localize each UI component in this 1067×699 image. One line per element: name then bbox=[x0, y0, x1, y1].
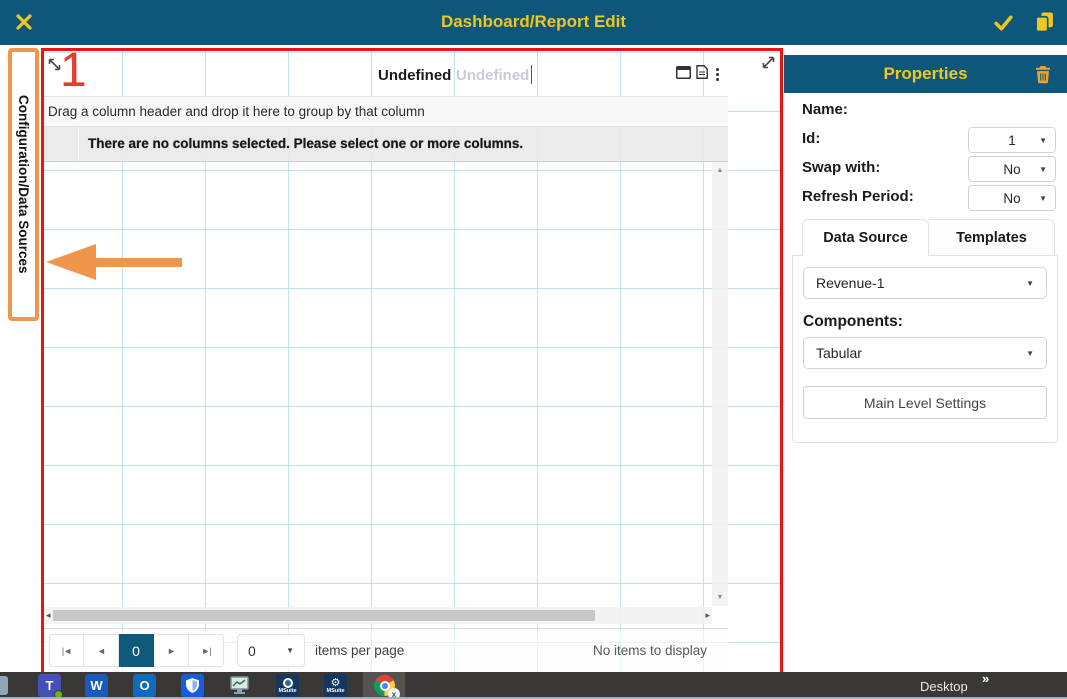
properties-panel: Properties Name: Id: 1 ▼ Swap with: No ▼… bbox=[784, 48, 1067, 672]
teams-icon[interactable]: T bbox=[38, 674, 61, 697]
refresh-period-select[interactable]: No ▼ bbox=[968, 185, 1056, 211]
items-per-page-label: items per page bbox=[315, 643, 404, 658]
top-bar: Dashboard/Report Edit bbox=[0, 0, 1067, 45]
msuite-settings-icon[interactable]: ⚙ MSuite bbox=[324, 674, 347, 697]
components-label: Components: bbox=[803, 313, 1047, 331]
tab-data-source[interactable]: Data Source bbox=[802, 219, 929, 256]
pager-current-page[interactable]: 0 bbox=[119, 634, 154, 667]
no-columns-message: There are no columns selected. Please se… bbox=[88, 136, 523, 151]
chevron-down-icon: ▼ bbox=[1039, 194, 1047, 203]
widget-number-annotation: 1 bbox=[60, 43, 87, 98]
scrollbar-thumb[interactable] bbox=[53, 610, 595, 621]
pager-prev-button[interactable]: ◄ bbox=[84, 634, 119, 667]
widget-title-input[interactable]: Undefined bbox=[456, 67, 529, 84]
component-select[interactable]: Tabular ▼ bbox=[803, 337, 1047, 369]
export-document-icon[interactable] bbox=[696, 65, 708, 84]
swap-with-value: No bbox=[1003, 162, 1020, 177]
window-icon[interactable] bbox=[676, 66, 691, 84]
desktop-label[interactable]: Desktop bbox=[920, 679, 968, 694]
page-size-select[interactable]: 0 ▼ bbox=[237, 634, 305, 667]
system-monitor-icon[interactable] bbox=[228, 674, 251, 697]
name-label: Name: bbox=[802, 101, 848, 118]
id-value: 1 bbox=[1008, 133, 1016, 148]
page-title: Dashboard/Report Edit bbox=[0, 12, 1067, 32]
chevron-down-icon: ▼ bbox=[1039, 136, 1047, 145]
confirm-check-icon[interactable] bbox=[992, 11, 1015, 39]
annotation-arrow bbox=[90, 258, 182, 267]
word-icon[interactable]: W bbox=[85, 674, 108, 697]
table-pager: |◄ ◄ 0 ► ►| 0 ▼ items per page No items … bbox=[44, 628, 728, 672]
configuration-data-sources-tab[interactable]: Configuration/Data Sources bbox=[8, 48, 39, 321]
properties-tabs: Data Source Templates bbox=[802, 219, 1055, 256]
copy-icon[interactable] bbox=[1034, 10, 1055, 39]
widget-menu-kebab-icon[interactable] bbox=[713, 67, 722, 82]
data-source-tab-panel: Revenue-1 ▼ Components: Tabular ▼ Main L… bbox=[792, 255, 1058, 443]
vertical-scrollbar[interactable]: ▲ ▼ bbox=[712, 162, 728, 606]
properties-header: Properties bbox=[784, 55, 1067, 93]
scroll-up-icon[interactable]: ▲ bbox=[712, 167, 728, 174]
table-header-row: There are no columns selected. Please se… bbox=[44, 127, 728, 162]
annotation-arrow-head bbox=[46, 244, 96, 280]
data-source-value: Revenue-1 bbox=[816, 275, 885, 291]
chevron-down-icon: ▼ bbox=[1026, 349, 1034, 358]
group-by-dropzone[interactable]: Drag a column header and drop it here to… bbox=[44, 96, 728, 127]
msuite-icon[interactable]: MSuite bbox=[276, 674, 299, 697]
tab-templates[interactable]: Templates bbox=[929, 219, 1055, 256]
properties-title: Properties bbox=[784, 64, 1067, 84]
partial-app-icon[interactable] bbox=[0, 676, 8, 695]
chevron-down-icon: ▼ bbox=[286, 646, 294, 655]
page-size-value: 0 bbox=[248, 643, 256, 659]
scroll-down-icon[interactable]: ▼ bbox=[712, 594, 728, 601]
configuration-data-sources-label: Configuration/Data Sources bbox=[16, 95, 31, 274]
swap-with-label: Swap with: bbox=[802, 159, 880, 176]
resize-ne-icon[interactable] bbox=[760, 54, 777, 76]
data-source-select[interactable]: Revenue-1 ▼ bbox=[803, 267, 1047, 299]
pager-first-button[interactable]: |◄ bbox=[49, 634, 84, 667]
widget-title: Undefined bbox=[378, 67, 451, 84]
chevron-down-icon: ▼ bbox=[1026, 279, 1034, 288]
shield-icon[interactable] bbox=[181, 674, 204, 697]
dashboard-canvas[interactable]: 1 Undefined Undefined Drag a column head… bbox=[41, 48, 783, 678]
scroll-left-icon[interactable]: ◂ bbox=[46, 610, 51, 621]
pager-next-button[interactable]: ► bbox=[154, 634, 189, 667]
gear-icon: ⚙ bbox=[331, 678, 341, 689]
text-caret bbox=[531, 65, 532, 84]
refresh-period-value: No bbox=[1003, 191, 1020, 206]
pager-status: No items to display bbox=[593, 643, 707, 658]
refresh-period-label: Refresh Period: bbox=[802, 188, 914, 205]
msuite-logo bbox=[283, 678, 293, 688]
chevron-down-icon: ▼ bbox=[1039, 165, 1047, 174]
swap-with-select[interactable]: No ▼ bbox=[968, 156, 1056, 182]
outlook-icon[interactable]: O bbox=[133, 674, 156, 697]
id-select[interactable]: 1 ▼ bbox=[968, 127, 1056, 153]
trash-icon[interactable] bbox=[1035, 65, 1051, 89]
component-value: Tabular bbox=[816, 345, 862, 361]
id-label: Id: bbox=[802, 130, 820, 147]
scroll-right-icon[interactable]: ▸ bbox=[705, 610, 710, 621]
chrome-icon[interactable]: x bbox=[373, 674, 396, 697]
main-level-settings-button[interactable]: Main Level Settings bbox=[803, 386, 1047, 419]
horizontal-scrollbar[interactable]: ◂ ▸ bbox=[44, 607, 712, 624]
windows-taskbar: T W O MSuite ⚙ MSuite x Desktop » bbox=[0, 672, 1067, 699]
taskbar-overflow-chevrons[interactable]: » bbox=[982, 671, 989, 686]
header-cell-divider bbox=[78, 127, 79, 161]
pager-last-button[interactable]: ►| bbox=[189, 634, 224, 667]
